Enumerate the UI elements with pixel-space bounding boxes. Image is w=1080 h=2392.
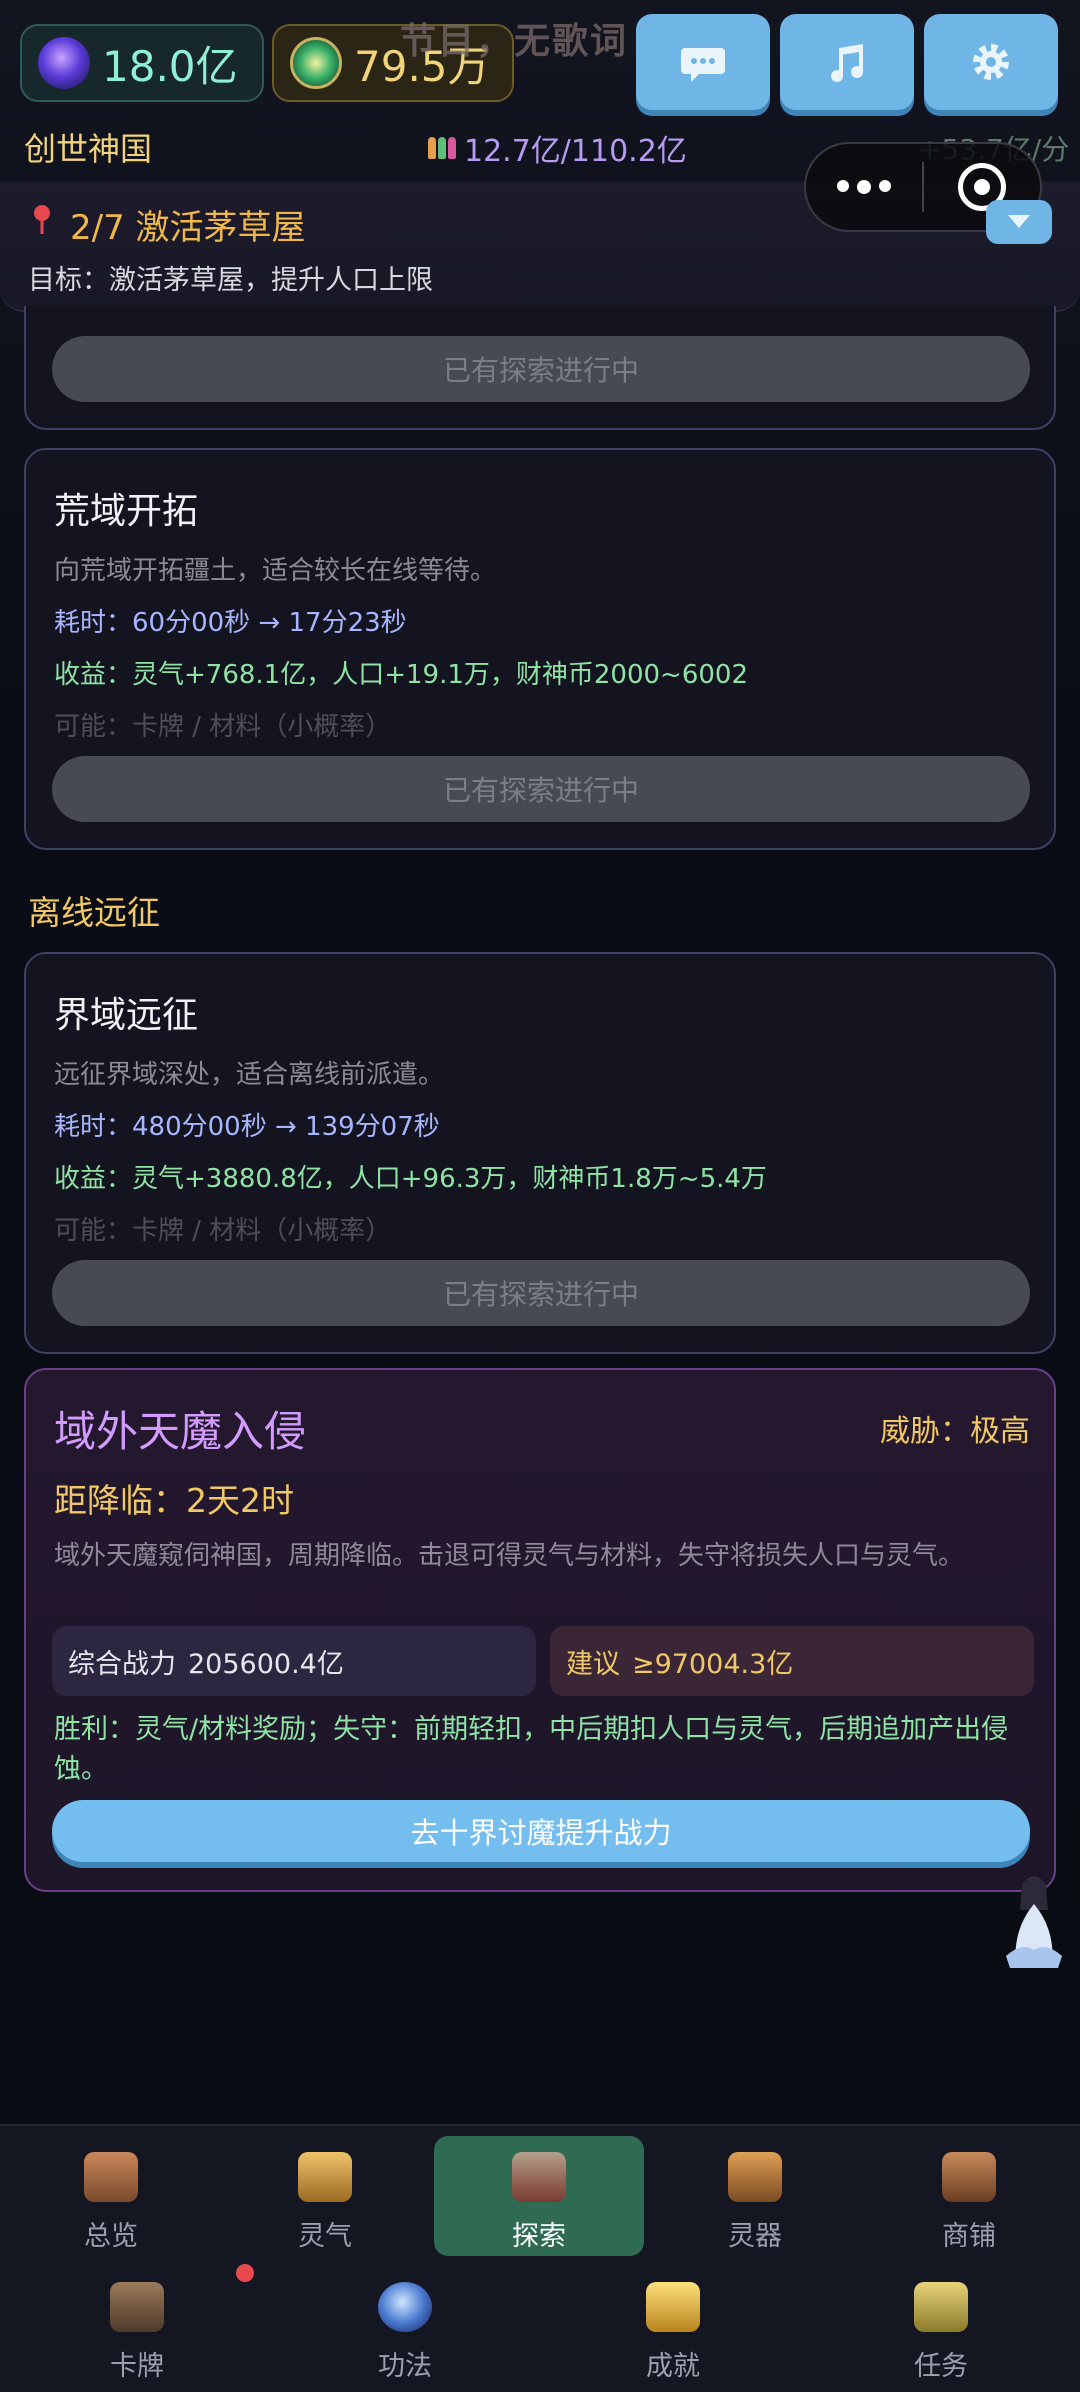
bottom-nav: 总览 灵气 探索 灵器 商铺 卡牌 功法 成就 任务 bbox=[0, 2124, 1080, 2392]
music-note-icon bbox=[831, 44, 864, 83]
nav-explore[interactable]: 探索 bbox=[434, 2136, 644, 2256]
population-value: 12.7亿/110.2亿 bbox=[464, 134, 687, 169]
music-button[interactable] bbox=[780, 14, 914, 110]
collapse-button[interactable] bbox=[986, 200, 1052, 244]
nav-label: 成就 bbox=[646, 2351, 700, 2382]
nav-label: 总览 bbox=[84, 2221, 138, 2252]
explore-card-offline: 界域远征 远征界域深处，适合离线前派遣。 耗时：480分00秒 → 139分07… bbox=[24, 952, 1056, 1354]
suggest-label: 建议 bbox=[566, 1648, 620, 1680]
location-pin-icon bbox=[34, 205, 50, 234]
more-dots-icon[interactable] bbox=[806, 180, 922, 194]
card-gain: 收益：灵气+3880.8亿，人口+96.3万，财神币1.8万~5.4万 bbox=[54, 1164, 767, 1194]
spirit-value: 18.0亿 bbox=[102, 41, 238, 91]
nav-overview[interactable]: 总览 bbox=[36, 2136, 186, 2256]
demon-countdown: 距降临： 2天2时 bbox=[54, 1474, 294, 1522]
jade-coin-icon bbox=[290, 37, 342, 89]
music-banner: 节目，无歌词 bbox=[400, 21, 629, 62]
suggest-value: ≥97004.3亿 bbox=[632, 1648, 794, 1680]
quest-goal: 目标：激活茅草屋，提升人口上限 bbox=[28, 265, 433, 296]
threat-level: 威胁： 极高 bbox=[880, 1406, 1030, 1450]
section-offline: 离线远征 bbox=[28, 893, 160, 932]
settings-button[interactable] bbox=[924, 14, 1058, 110]
nav-label: 卡牌 bbox=[110, 2351, 164, 2382]
explore-busy-button[interactable]: 已有探索进行中 bbox=[52, 336, 1030, 402]
treasure-pot-icon bbox=[298, 2152, 352, 2202]
explore-page: 18.0亿 79.5万 节目，无歌词 创世神国 12.7亿/110.2亿 +53… bbox=[0, 0, 1080, 2392]
nav-spirit[interactable]: 灵气 bbox=[250, 2136, 400, 2256]
countdown-value: 2天2时 bbox=[186, 1481, 294, 1520]
card-time: 耗时：60分00秒 → 17分23秒 bbox=[54, 608, 407, 638]
card-desc: 远征界域深处，适合离线前派遣。 bbox=[54, 1060, 445, 1090]
explore-card-wild: 荒域开拓 向荒域开拓疆土，适合较长在线等待。 耗时：60分00秒 → 17分23… bbox=[24, 448, 1056, 850]
nav-achievement[interactable]: 成就 bbox=[598, 2266, 748, 2386]
nav-label: 灵器 bbox=[728, 2221, 782, 2252]
card-time: 耗时：480分00秒 → 139分07秒 bbox=[54, 1112, 440, 1142]
kingdom-name: 创世神国 bbox=[24, 130, 153, 168]
shop-icon bbox=[942, 2152, 996, 2202]
go-fight-button[interactable]: 去十界讨魔提升战力 bbox=[52, 1800, 1030, 1862]
demon-title: 域外天魔入侵 bbox=[54, 1407, 307, 1456]
card-desc: 向荒域开拓疆土，适合较长在线等待。 bbox=[54, 556, 497, 586]
crossed-swords-icon bbox=[512, 2152, 566, 2202]
scroll-icon bbox=[914, 2282, 968, 2332]
threat-value: 极高 bbox=[970, 1414, 1030, 1449]
spirit-flame-icon bbox=[38, 37, 90, 89]
demon-desc: 域外天魔窥伺神国，周期降临。击退可得灵气与材料，失守将损失人口与灵气。 bbox=[54, 1541, 965, 1571]
card-gain: 收益：灵气+768.1亿，人口+19.1万，财神币2000~6002 bbox=[54, 660, 749, 690]
nav-technique[interactable]: 功法 bbox=[330, 2266, 480, 2386]
explore-card-partial: 已有探索进行中 bbox=[24, 306, 1056, 430]
nav-label: 探索 bbox=[512, 2221, 566, 2252]
nav-label: 功法 bbox=[378, 2351, 432, 2382]
fairy-assistant-icon[interactable] bbox=[1002, 1870, 1066, 1970]
people-icon bbox=[428, 137, 456, 159]
chat-bubble-icon bbox=[681, 48, 725, 82]
chevron-down-icon bbox=[1008, 215, 1030, 228]
threat-label: 威胁： bbox=[880, 1414, 970, 1449]
demon-rules: 胜利：灵气/材料奖励；失守：前期轻扣，中后期扣人口与灵气，后期追加产出侵蚀。 bbox=[54, 1714, 1009, 1785]
card-maybe: 可能：卡牌 / 材料（小概率） bbox=[54, 1216, 392, 1246]
demon-invasion-card: 域外天魔入侵 威胁： 极高 距降临： 2天2时 域外天魔窥伺神国，周期降临。击退… bbox=[24, 1368, 1056, 1892]
chat-button[interactable] bbox=[636, 14, 770, 110]
nav-label: 灵气 bbox=[298, 2221, 352, 2252]
palace-icon bbox=[84, 2152, 138, 2202]
nav-tasks[interactable]: 任务 bbox=[866, 2266, 1016, 2386]
nav-artifact[interactable]: 灵器 bbox=[680, 2136, 830, 2256]
nav-cards[interactable]: 卡牌 bbox=[62, 2266, 212, 2386]
power-label: 综合战力 bbox=[68, 1648, 176, 1680]
trophy-icon bbox=[646, 2282, 700, 2332]
countdown-label: 距降临： bbox=[54, 1481, 186, 1520]
population-display: 12.7亿/110.2亿 bbox=[428, 126, 687, 170]
power-stat: 综合战力 205600.4亿 bbox=[52, 1626, 536, 1696]
suggested-power: 建议 ≥97004.3亿 bbox=[550, 1626, 1034, 1696]
quest-title: 2/7 激活茅草屋 bbox=[70, 208, 306, 248]
technique-orb-icon bbox=[378, 2282, 432, 2332]
power-value: 205600.4亿 bbox=[188, 1648, 344, 1680]
artifact-icon bbox=[728, 2152, 782, 2202]
explore-busy-button[interactable]: 已有探索进行中 bbox=[52, 756, 1030, 822]
notification-badge bbox=[236, 2264, 254, 2282]
card-maybe: 可能：卡牌 / 材料（小概率） bbox=[54, 712, 392, 742]
card-title: 界域远征 bbox=[54, 995, 199, 1036]
spirit-resource[interactable]: 18.0亿 bbox=[20, 24, 264, 102]
explore-busy-button[interactable]: 已有探索进行中 bbox=[52, 1260, 1030, 1326]
nav-shop[interactable]: 商铺 bbox=[894, 2136, 1044, 2256]
nav-label: 商铺 bbox=[942, 2221, 996, 2252]
nav-label: 任务 bbox=[914, 2351, 968, 2382]
gear-icon bbox=[973, 44, 1009, 80]
card-title: 荒域开拓 bbox=[54, 491, 199, 532]
card-pavilion-icon bbox=[110, 2282, 164, 2332]
